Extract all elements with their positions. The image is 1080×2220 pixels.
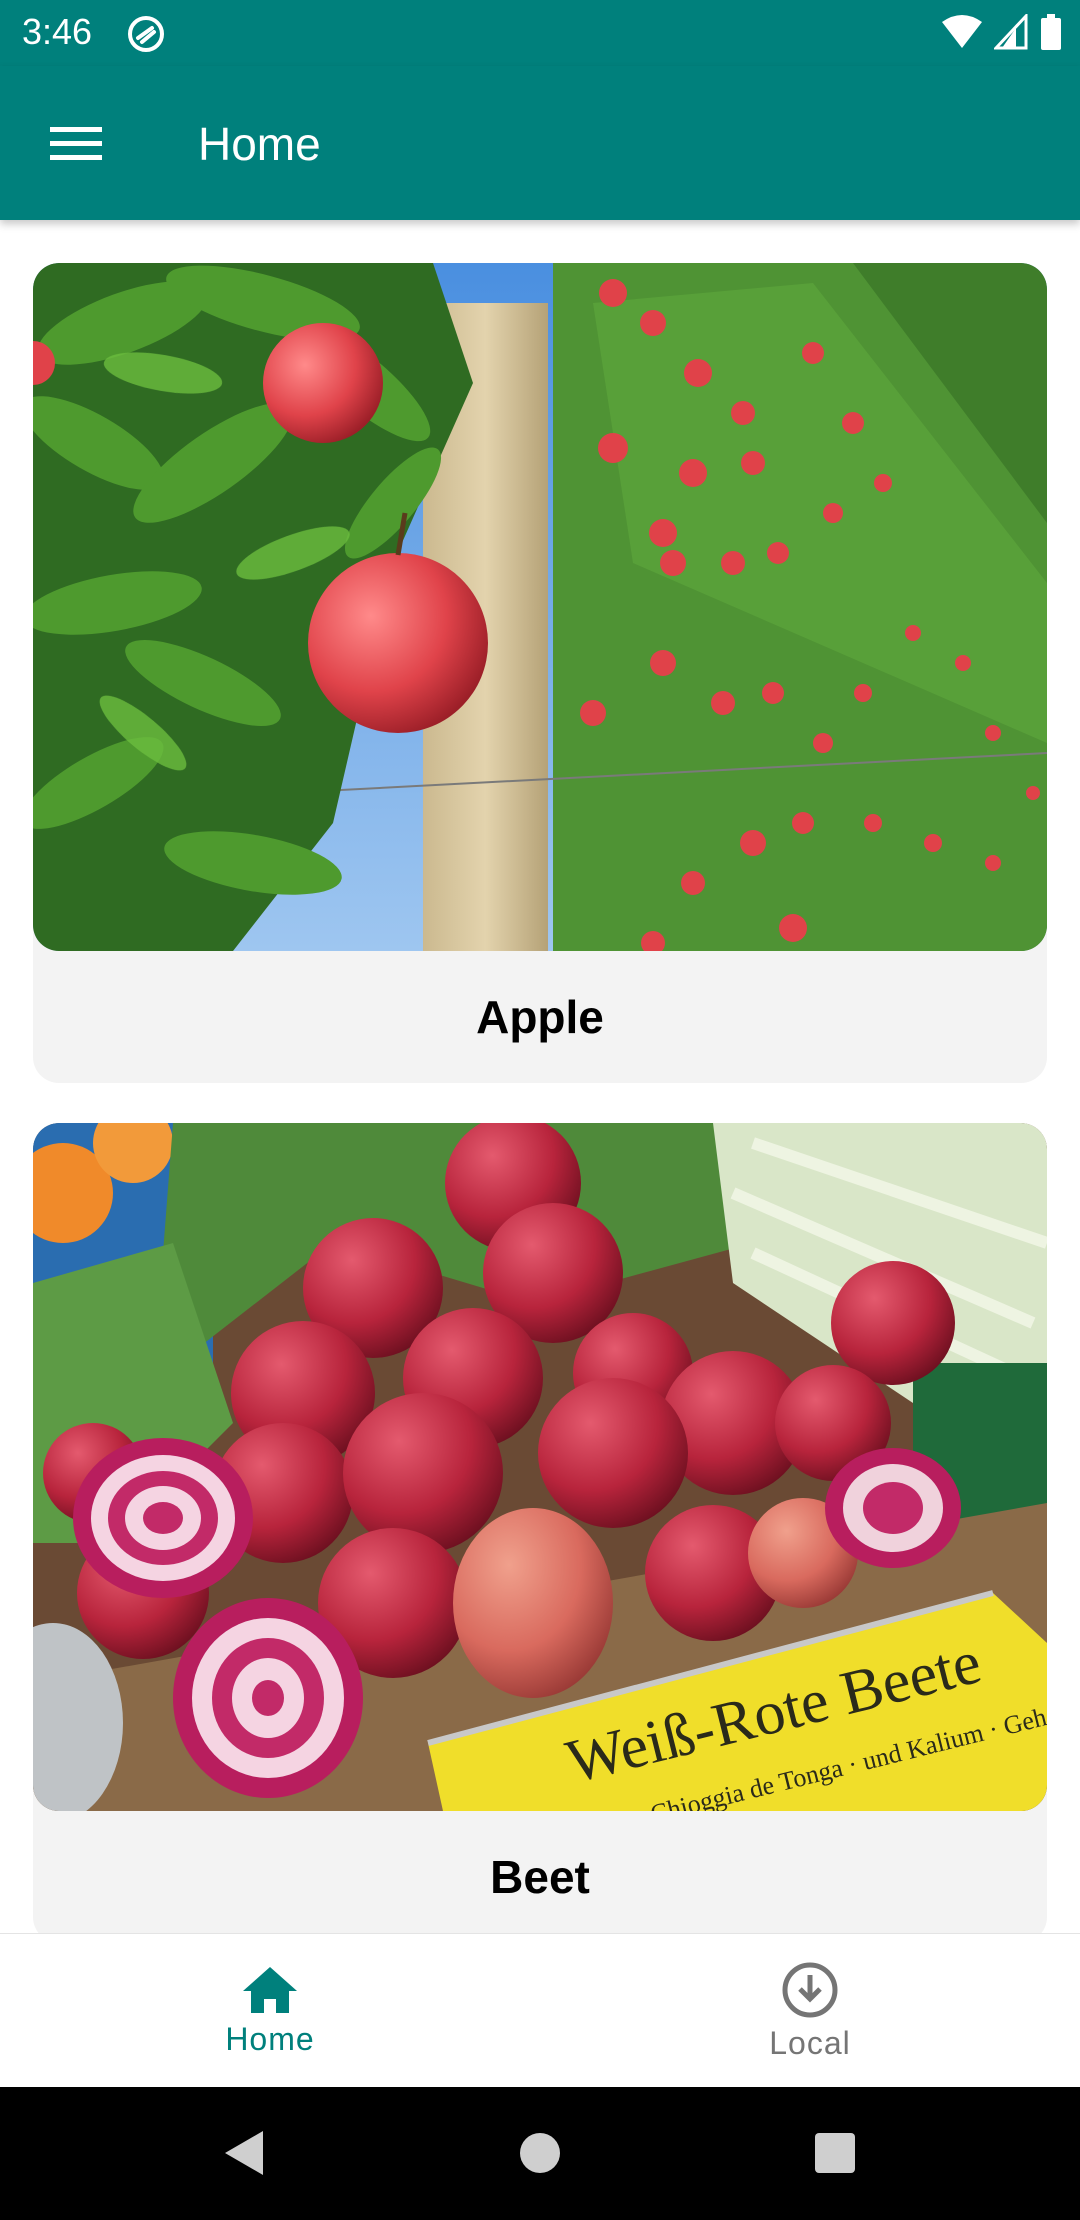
app-notification-icon: [128, 16, 164, 52]
home-icon: [243, 1966, 297, 2013]
home-circle-icon[interactable]: [510, 2123, 570, 2183]
apple-orchard-photo: [33, 263, 1047, 951]
download-circle-icon: [782, 1962, 838, 2017]
status-time: 3:46: [22, 11, 93, 52]
card-list[interactable]: Apple Weiß-Rote Beete Chioggia de Tonga …: [0, 220, 1080, 1933]
hamburger-menu-icon: [50, 127, 102, 160]
nav-label: Local: [769, 2024, 851, 2061]
recents-icon[interactable]: [805, 2123, 865, 2183]
app-bar: Home: [0, 66, 1080, 220]
card-title: Beet: [490, 1851, 590, 1903]
bottom-navigation: Home Local: [0, 1933, 1080, 2088]
status-bar: 3:46: [0, 0, 1080, 66]
wifi-icon: [942, 15, 982, 48]
beets-market-photo: Weiß-Rote Beete Chioggia de Tonga · und …: [33, 1123, 1047, 1811]
card-title: Apple: [476, 991, 604, 1043]
battery-icon: [1041, 14, 1061, 50]
nav-item-home[interactable]: Home: [0, 1934, 540, 2088]
signal-icon: [994, 14, 1028, 50]
menu-button[interactable]: [36, 114, 116, 174]
card-apple[interactable]: Apple: [33, 263, 1047, 1083]
system-navigation-bar: [0, 2087, 1080, 2220]
nav-item-local[interactable]: Local: [540, 1934, 1080, 2088]
page-title: Home: [198, 118, 321, 170]
card-beet[interactable]: Weiß-Rote Beete Chioggia de Tonga · und …: [33, 1123, 1047, 1933]
back-icon[interactable]: [215, 2123, 275, 2183]
nav-label: Home: [225, 2020, 315, 2057]
